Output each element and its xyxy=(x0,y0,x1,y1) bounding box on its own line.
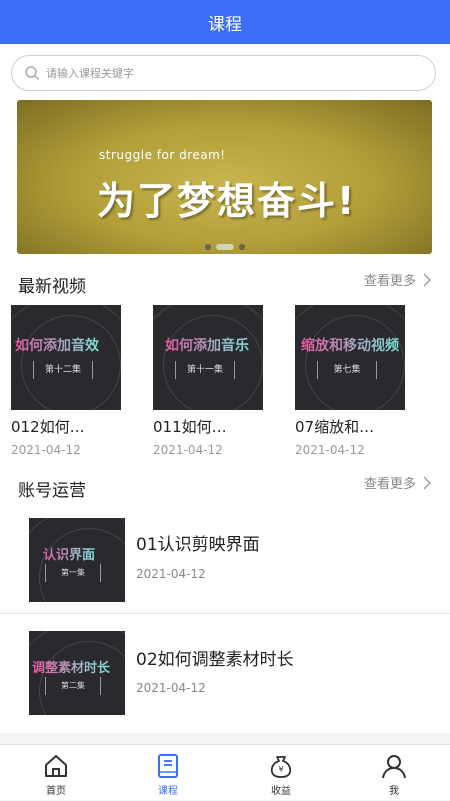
chevron-right-icon xyxy=(423,476,431,489)
banner-area: struggle for dream! 为了梦想奋斗! xyxy=(0,100,450,260)
thumbnail-episode: 第二集 xyxy=(45,677,101,695)
tab-label: 收益 xyxy=(271,786,291,797)
view-more-label: 查看更多 xyxy=(363,274,416,289)
thumbnail-title: 认识界面 xyxy=(43,544,95,563)
carousel-dot[interactable] xyxy=(238,244,245,250)
video-date: 2021-04-12 xyxy=(11,443,81,457)
tab-label: 我 xyxy=(389,786,399,797)
list-item[interactable]: 认识界面 第一集 01认识剪映界面 2021-04-12 xyxy=(0,510,450,624)
tab-course[interactable]: 课程 xyxy=(112,745,224,801)
svg-text:¥: ¥ xyxy=(278,765,283,774)
thumbnail-title: 如何添加音乐 xyxy=(165,335,249,355)
tab-label: 课程 xyxy=(158,786,178,797)
user-icon xyxy=(382,755,406,779)
thumbnail-title: 调整素材时长 xyxy=(32,657,110,676)
video-card[interactable]: 如何添加音效 第十二集 012如何… 2021-04-12 xyxy=(11,305,121,457)
video-name: 011如何… xyxy=(153,418,227,436)
video-thumbnail: 缩放和移动视频 第七集 xyxy=(295,305,405,410)
video-thumbnail: 认识界面 第一集 xyxy=(29,518,125,602)
thumbnail-episode: 第七集 xyxy=(317,361,377,379)
account-ops-section: 账号运营 查看更多 xyxy=(0,465,450,510)
video-date: 2021-04-12 xyxy=(153,443,223,457)
book-icon xyxy=(158,754,178,778)
carousel-dot[interactable] xyxy=(204,244,211,250)
home-icon xyxy=(45,755,67,777)
tab-home[interactable]: 首页 xyxy=(0,745,112,801)
app-header: 课程 xyxy=(0,0,450,44)
thumbnail-title: 如何添加音效 xyxy=(15,335,99,355)
video-thumbnail: 如何添加音乐 第十一集 xyxy=(153,305,263,410)
banner-subtitle: struggle for dream! xyxy=(99,148,226,162)
list-item[interactable]: 调整素材时长 第二集 02如何调整素材时长 2021-04-12 xyxy=(0,613,450,733)
view-more-link[interactable]: 查看更多 xyxy=(364,473,432,492)
view-more-label: 查看更多 xyxy=(363,477,416,492)
video-name: 07缩放和… xyxy=(295,418,375,436)
video-date: 2021-04-12 xyxy=(136,681,206,695)
page-title: 课程 xyxy=(208,14,242,35)
money-bag-icon: ¥ xyxy=(270,756,292,778)
video-thumbnail: 如何添加音效 第十二集 xyxy=(11,305,121,410)
section-title: 最新视频 xyxy=(18,277,86,297)
search-icon xyxy=(25,66,40,81)
video-date: 2021-04-12 xyxy=(136,567,206,581)
bottom-tab-bar: 首页 课程 ¥ 收益 我 xyxy=(0,744,450,800)
banner-carousel[interactable]: struggle for dream! 为了梦想奋斗! xyxy=(17,100,432,254)
carousel-indicator xyxy=(17,244,432,250)
search-bar-area: 请输入课程关键字 xyxy=(0,44,450,100)
thumbnail-title: 缩放和移动视频 xyxy=(301,335,399,355)
chevron-right-icon xyxy=(423,273,431,286)
thumbnail-episode: 第十一集 xyxy=(175,361,235,379)
search-input[interactable]: 请输入课程关键字 xyxy=(11,55,436,91)
tab-me[interactable]: 我 xyxy=(338,745,450,801)
latest-videos-section: 最新视频 查看更多 如何添加音效 第十二集 012如何… 2021-04-12 … xyxy=(0,260,450,465)
video-card[interactable]: 如何添加音乐 第十一集 011如何… 2021-04-12 xyxy=(153,305,263,457)
video-name: 012如何… xyxy=(11,418,85,436)
section-title: 账号运营 xyxy=(18,481,86,501)
tab-earnings[interactable]: ¥ 收益 xyxy=(225,745,337,801)
video-thumbnail: 调整素材时长 第二集 xyxy=(29,631,125,715)
video-date: 2021-04-12 xyxy=(295,443,365,457)
video-name: 02如何调整素材时长 xyxy=(136,650,294,670)
tab-label: 首页 xyxy=(46,786,66,797)
search-placeholder: 请输入课程关键字 xyxy=(46,67,134,80)
thumbnail-episode: 第十二集 xyxy=(33,361,93,379)
video-name: 01认识剪映界面 xyxy=(136,535,260,555)
carousel-dot-active[interactable] xyxy=(215,244,234,250)
video-card[interactable]: 缩放和移动视频 第七集 07缩放和… 2021-04-12 xyxy=(295,305,405,457)
thumbnail-episode: 第一集 xyxy=(45,564,101,582)
view-more-link[interactable]: 查看更多 xyxy=(364,270,432,289)
banner-title: 为了梦想奋斗! xyxy=(97,179,357,223)
